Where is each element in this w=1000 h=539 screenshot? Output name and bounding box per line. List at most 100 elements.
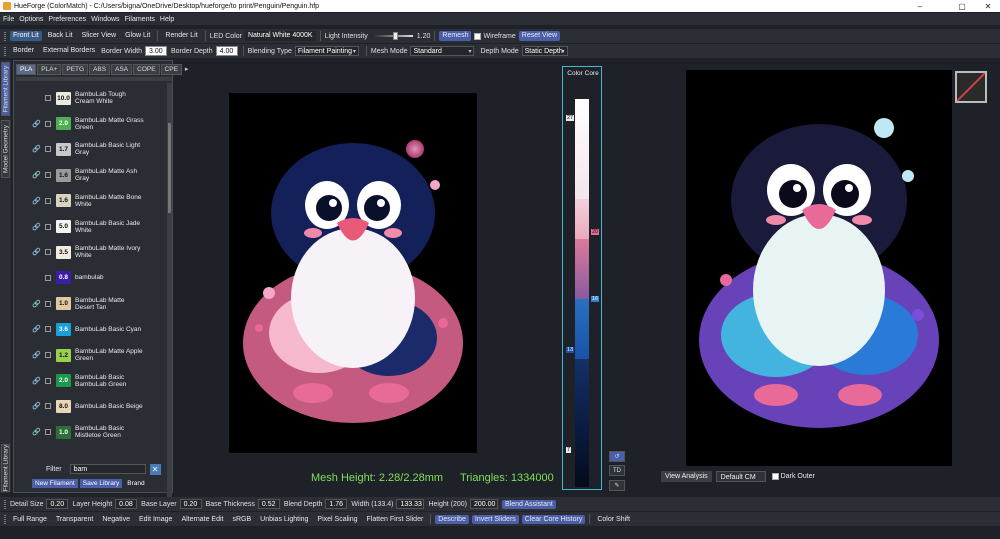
filament-swatch[interactable]: 8.0 [56,399,71,413]
list-item[interactable]: 🔗 3.5 BambuLab Matte Ivory White [32,240,158,264]
filament-checkbox[interactable] [45,95,51,101]
scrollbar-thumb[interactable] [168,123,171,213]
light-intensity-slider[interactable] [370,32,413,40]
link-icon[interactable]: 🔗 [32,351,42,359]
brand-button[interactable]: Brand [124,479,148,488]
alternate-edit-button[interactable]: Alternate Edit [178,515,226,524]
tab-petg[interactable]: PETG [62,63,89,75]
list-item[interactable]: 🔗 1.0 BambuLab Basic Mistletoe Green [32,420,158,444]
link-icon[interactable]: 🔗 [32,428,42,436]
blend-assistant-button[interactable]: Blend Assistant [501,499,556,509]
list-item[interactable]: 10.0 BambuLab Tough Cream White [32,86,158,110]
menu-preferences[interactable]: Preferences [48,16,86,23]
color-mode-combo[interactable]: Default CM [715,471,766,482]
list-item[interactable]: 🔗 2.0 BambuLab Matte Grass Green [32,112,158,136]
filament-checkbox[interactable] [45,300,51,307]
height-input[interactable]: 200.00 [469,499,498,509]
base-layer-input[interactable]: 0.20 [179,499,202,509]
save-library-button[interactable]: Save Library [79,479,123,488]
flatten-first-slider-button[interactable]: Flatten First Slider [364,515,427,524]
mesh-mode-combo[interactable]: Standard ▾ [410,46,475,56]
filament-checkbox[interactable] [45,274,51,281]
invert-sliders-button[interactable]: Invert Sliders [471,514,519,524]
filament-checkbox[interactable] [45,223,51,230]
toolbar-grip[interactable] [4,31,6,41]
link-icon[interactable]: 🔗 [32,248,42,256]
core-marker-7[interactable]: 7 [566,447,572,453]
filament-swatch[interactable]: 1.0 [56,297,71,311]
tab-cope[interactable]: COPE [133,63,160,75]
led-color-combo[interactable]: Natural White 4000K [244,31,316,41]
negative-button[interactable]: Negative [99,515,133,524]
list-item[interactable]: 🔗 1.0 BambuLab Matte Desert Tan [32,292,158,316]
link-icon[interactable]: 🔗 [32,120,42,128]
list-item[interactable]: 🔗 3.6 BambuLab Basic Cyan [32,317,158,341]
filament-checkbox[interactable] [45,377,51,384]
edit-core-button[interactable]: ✎ [609,480,625,491]
glow-lit-button[interactable]: Glow Lit [122,31,153,41]
clear-filter-icon[interactable]: ✕ [149,463,161,475]
layer-height-input[interactable]: 0.08 [115,499,138,509]
filament-checkbox[interactable] [45,403,51,410]
list-item[interactable]: 🔗 1.6 BambuLab Matte Bone White [32,189,158,213]
tab-filament-library[interactable]: Filament Library [1,62,10,116]
link-icon[interactable]: 🔗 [32,197,42,205]
slider-thumb[interactable] [392,32,398,40]
reset-view-button[interactable]: Reset View [518,31,561,41]
front-lit-button[interactable]: Front Lit [10,31,42,41]
color-shift-button[interactable]: Color Shift [594,515,633,524]
filament-swatch[interactable]: 3.5 [56,245,71,259]
border-depth-input[interactable]: 4.00 [215,46,238,56]
menu-windows[interactable]: Windows [91,16,119,23]
filament-checkbox[interactable] [45,120,51,127]
minimize-button[interactable]: – [908,0,932,12]
3d-preview[interactable] [686,70,952,466]
render-lit-button[interactable]: Render Lit [162,31,200,41]
maximize-button[interactable]: ▢ [950,0,974,12]
border-width-input[interactable]: 3.00 [145,46,168,56]
depth-mode-combo[interactable]: Static Depth ▾ [521,46,568,56]
wireframe-checkbox[interactable] [474,32,482,40]
filament-checkbox[interactable] [45,352,51,358]
edit-image-button[interactable]: Edit Image [136,515,175,524]
border-button[interactable]: Border [10,46,37,56]
filament-swatch[interactable]: 2.0 [56,374,71,388]
dark-outer-checkbox[interactable] [771,473,779,480]
filament-swatch[interactable]: 2.0 [56,117,71,131]
filament-swatch[interactable]: 0.8 [56,271,71,285]
slicer-view-button[interactable]: Slicer View [79,31,120,41]
tab-model-geometry[interactable]: Model Geometry [1,120,10,178]
tab-cpe[interactable]: CPE [160,63,182,75]
remesh-button[interactable]: Remesh [439,31,472,41]
tab-asa[interactable]: ASA [111,63,133,75]
filament-checkbox[interactable] [45,146,51,153]
unbias-lighting-button[interactable]: Unbias Lighting [257,515,311,524]
chevron-right-icon[interactable]: ▸ [185,65,189,73]
core-marker-27[interactable]: 27 [566,115,575,121]
clear-core-history-button[interactable]: Clear Core History [521,514,586,524]
list-item[interactable]: 🔗 5.0 BambuLab Basic Jade White [32,215,158,239]
core-marker-13[interactable]: 13 [566,347,575,353]
filament-swatch[interactable]: 1.0 [56,425,71,439]
tab-abs[interactable]: ABS [89,63,111,75]
filter-input[interactable]: bam [69,464,146,474]
link-icon[interactable]: 🔗 [32,377,42,385]
detail-size-input[interactable]: 0.20 [46,499,69,509]
new-filament-button[interactable]: New Filament [32,479,78,488]
core-marker-16[interactable]: 16 [591,296,600,302]
filament-checkbox[interactable] [45,172,51,179]
refresh-core-button[interactable]: ↺ [609,451,625,462]
filament-swatch[interactable]: 1.6 [56,168,71,182]
filament-swatch[interactable]: 1.6 [56,194,71,208]
link-icon[interactable]: 🔗 [32,325,42,333]
menu-options[interactable]: Options [19,16,43,23]
td-button[interactable]: TD [609,465,625,476]
filament-checkbox[interactable] [45,197,51,204]
pixel-scaling-button[interactable]: Pixel Scaling [314,515,360,524]
tab-pla[interactable]: PLA [16,63,37,75]
view-analysis-button[interactable]: View Analysis [661,471,712,482]
list-scrollbar[interactable] [167,83,172,503]
list-item[interactable]: 🔗 8.0 BambuLab Basic Beige [32,394,158,418]
menu-file[interactable]: File [3,16,14,23]
filament-swatch[interactable]: 5.0 [56,220,71,233]
